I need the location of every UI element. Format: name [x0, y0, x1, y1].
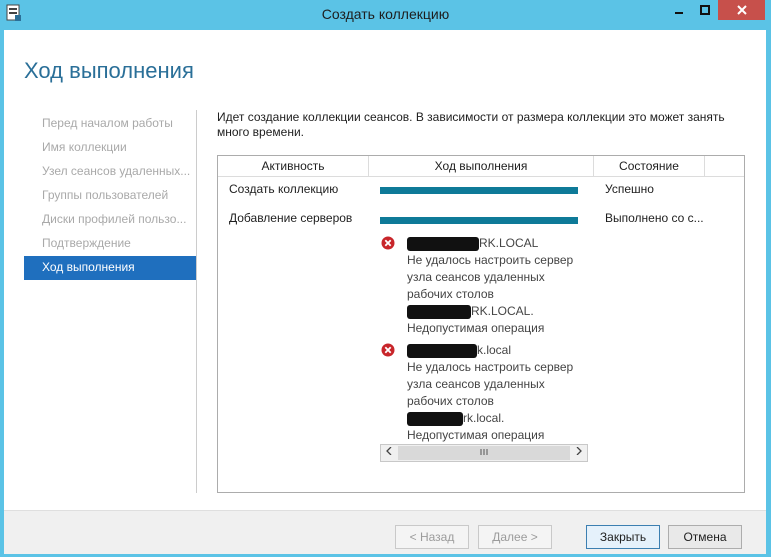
error-message-line: рабочих столов — [407, 394, 494, 408]
error-message-line: Не удалось настроить сервер — [407, 253, 574, 267]
chevron-left-icon — [386, 446, 392, 456]
maximize-icon — [700, 5, 710, 15]
redacted-hostname — [407, 343, 477, 358]
redacted-hostname — [407, 411, 463, 426]
progress-fill-add-servers — [380, 217, 578, 224]
error-text: RK.LOCAL Не удалось настроить сервер узл… — [407, 235, 587, 337]
nav-step-rd-session-host: Узел сеансов удаленных... — [42, 164, 191, 178]
next-button[interactable]: Далее > — [478, 525, 552, 549]
nav-step-progress: Ход выполнения — [24, 256, 196, 280]
nav-step-confirmation: Подтверждение — [42, 236, 131, 250]
column-header-status[interactable]: Состояние — [594, 156, 705, 176]
scroll-thumb[interactable] — [398, 446, 570, 460]
error-host-2: RK.LOCAL. — [407, 303, 587, 320]
error-message-line: узла сеансов удаленных — [407, 377, 545, 391]
close-icon — [736, 5, 747, 15]
error-icon — [381, 343, 395, 357]
error-text: k.local Не удалось настроить сервер узла… — [407, 342, 587, 444]
cancel-button[interactable]: Отмена — [668, 525, 742, 549]
title-bar[interactable]: Создать коллекцию — [0, 0, 771, 30]
nav-step-user-groups: Группы пользователей — [42, 188, 169, 202]
row-status-add-servers: Выполнено со с... — [605, 211, 704, 225]
error-host-suffix: RK.LOCAL — [479, 236, 539, 250]
redacted-hostname — [407, 236, 479, 251]
error-detail: Недопустимая операция — [407, 428, 545, 442]
column-header-activity[interactable]: Активность — [218, 156, 369, 176]
wizard-steps-nav: Перед началом работы Имя коллекции Узел … — [24, 112, 196, 280]
back-button[interactable]: < Назад — [395, 525, 469, 549]
row-activity-create-collection: Создать коллекцию — [229, 182, 339, 196]
error-host-2-suffix: rk.local. — [463, 411, 505, 425]
progress-table: Активность Ход выполнения Состояние Созд… — [217, 155, 745, 493]
row-status-create-collection: Успешно — [605, 182, 654, 196]
table-header: Активность Ход выполнения Состояние — [218, 156, 744, 177]
error-detail: Недопустимая операция — [407, 321, 545, 335]
error-message-line: рабочих столов — [407, 287, 494, 301]
nav-step-collection-name: Имя коллекции — [42, 140, 127, 154]
nav-step-before-you-begin: Перед началом работы — [42, 116, 173, 130]
chevron-right-icon — [576, 446, 582, 456]
progress-description: Идет создание коллекции сеансов. В завис… — [217, 110, 725, 139]
wizard-footer: < Назад Далее > Закрыть Отмена — [4, 510, 766, 554]
row-activity-add-servers: Добавление серверов — [229, 211, 353, 225]
wizard-client-area: Ход выполнения Перед началом работы Имя … — [4, 30, 766, 554]
horizontal-scrollbar[interactable] — [380, 444, 588, 462]
error-message-line: узла сеансов удаленных — [407, 270, 545, 284]
error-message-line: Не удалось настроить сервер — [407, 360, 574, 374]
close-button[interactable]: Закрыть — [586, 525, 660, 549]
error-host: RK.LOCAL — [407, 235, 587, 252]
error-host: k.local — [407, 342, 587, 359]
redacted-hostname — [407, 304, 471, 319]
nav-step-user-profile-disks: Диски профилей пользо... — [42, 212, 187, 226]
column-header-progress[interactable]: Ход выполнения — [369, 156, 594, 176]
scroll-right-button[interactable] — [571, 445, 587, 461]
minimize-button[interactable] — [665, 0, 692, 20]
maximize-button[interactable] — [692, 0, 718, 20]
grip-icon — [480, 449, 488, 455]
page-title: Ход выполнения — [24, 58, 194, 83]
progress-bar-create-collection — [380, 187, 578, 194]
minimize-icon — [674, 12, 683, 14]
nav-divider — [196, 110, 197, 493]
progress-fill-create-collection — [380, 187, 578, 194]
close-window-button[interactable] — [718, 0, 765, 20]
error-host-2-suffix: RK.LOCAL. — [471, 304, 534, 318]
error-icon — [381, 236, 395, 250]
error-host-2: rk.local. — [407, 410, 587, 427]
progress-bar-add-servers — [380, 217, 578, 224]
wizard-header: Ход выполнения — [4, 30, 766, 108]
wizard-window: Создать коллекцию Ход выполнения Перед н… — [0, 0, 771, 557]
scroll-left-button[interactable] — [381, 445, 397, 461]
error-host-suffix: k.local — [477, 343, 512, 357]
window-title: Создать коллекцию — [321, 6, 450, 22]
